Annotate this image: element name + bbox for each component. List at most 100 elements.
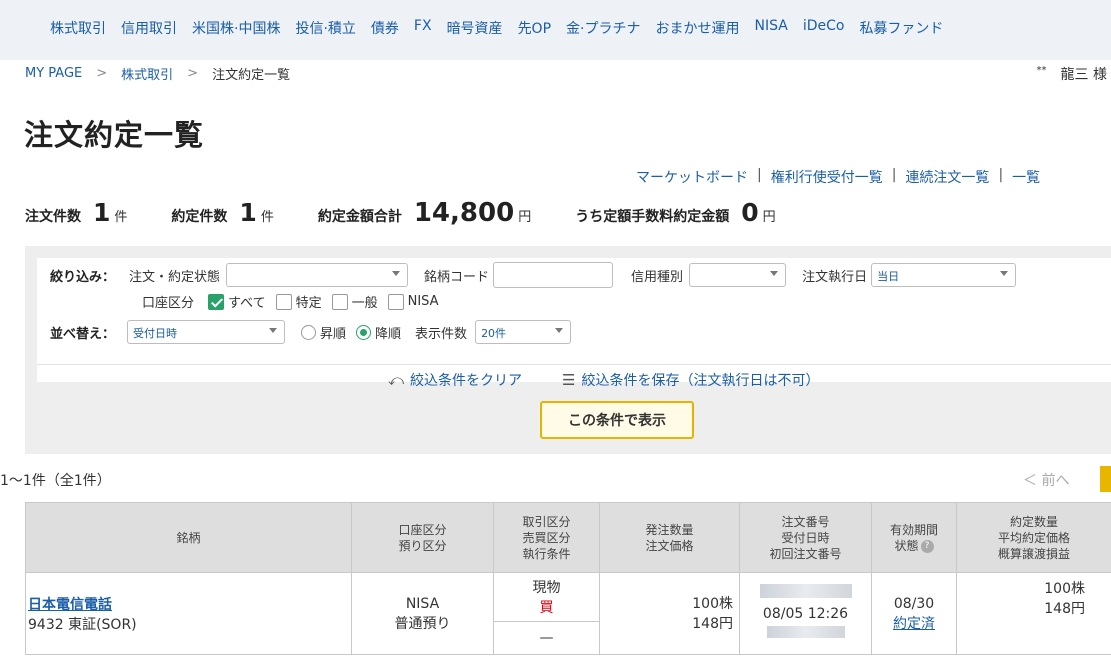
breadcrumb-separator: > — [187, 66, 199, 81]
header-stock: 銘柄 — [25, 502, 352, 573]
display-count-label: 表示件数 — [415, 326, 468, 342]
undo-icon: ⤺ — [388, 371, 405, 389]
header-trade: 取引区分 売買区分 執行条件 — [493, 502, 600, 573]
header-order-no: 注文番号 受付日時 初回注文番号 — [739, 502, 872, 573]
order-count-label: 注文件数 — [25, 209, 81, 225]
sort-asc-radio[interactable]: 昇順 — [301, 323, 346, 342]
user-name-text: 龍三 様 — [1060, 67, 1107, 83]
nav-item-us-china[interactable]: 米国株·中国株 — [192, 18, 280, 38]
chevron-down-icon — [770, 271, 779, 276]
nav-item-robo[interactable]: おまかせ運用 — [655, 18, 739, 38]
breadcrumb-stock[interactable]: 株式取引 — [121, 64, 173, 83]
filter-form: 絞り込み： 注文・約定状態 銘柄コード 信用種別 注文執行日 当日 口座区分 す… — [37, 258, 1111, 389]
save-filter-link[interactable]: ☰ 絞込条件を保存（注文執行日は不可） — [562, 370, 819, 390]
user-masked-name: ** — [1036, 65, 1047, 77]
account-general-checkbox[interactable]: 一般 — [331, 292, 378, 311]
credit-type-label: 信用種別 — [631, 269, 684, 285]
filter-panel: 絞り込み： 注文・約定状態 銘柄コード 信用種別 注文執行日 当日 口座区分 す… — [25, 246, 1111, 454]
checkbox-icon — [387, 293, 404, 310]
stock-code-input[interactable] — [493, 262, 614, 288]
exec-count-label: 約定件数 — [171, 209, 228, 225]
order-count-unit: 件 — [114, 210, 128, 225]
radio-selected-icon — [356, 324, 372, 340]
global-nav: 株式取引 信用取引 米国株·中国株 投信·積立 債券 FX 暗号資産 先OP 金… — [0, 0, 1111, 60]
exec-count-value: 1 — [239, 198, 257, 227]
nav-item-crypto[interactable]: 暗号資産 — [447, 18, 503, 38]
status-label: 注文・約定状態 — [129, 269, 221, 285]
breadcrumb-mypage[interactable]: MY PAGE — [25, 66, 82, 81]
cell-validity: 08/30 約定済 — [871, 572, 957, 655]
help-icon[interactable]: ? — [920, 539, 934, 553]
nav-item-ideco[interactable]: iDeCo — [803, 18, 845, 38]
total-amount-unit: 円 — [518, 210, 532, 225]
filter-divider — [37, 364, 1111, 365]
sort-label: 並べ替え： — [50, 326, 116, 342]
link-linked-orders[interactable]: 連続注文一覧 — [905, 167, 989, 187]
link-separator: | — [998, 167, 1004, 183]
next-page-button[interactable] — [1100, 466, 1111, 492]
chevron-down-icon — [392, 271, 401, 276]
filter-label: 絞り込み： — [50, 269, 116, 285]
status-link[interactable]: 約定済 — [872, 614, 956, 634]
checkbox-icon — [331, 293, 348, 310]
header-exec: 約定数量 平均約定価格 概算譲渡損益 — [956, 502, 1111, 573]
fee-amount-label: うち定額手数料約定金額 — [575, 209, 730, 225]
cell-exec: 100株 148円 — [956, 572, 1111, 655]
chevron-down-icon — [555, 328, 564, 333]
account-specific-checkbox[interactable]: 特定 — [275, 292, 322, 311]
account-all-checkbox[interactable]: すべて — [208, 292, 266, 311]
exec-date-select[interactable]: 当日 — [871, 263, 1017, 287]
masked-order-number — [759, 583, 852, 598]
sort-field-select[interactable]: 受付日時 — [127, 320, 286, 344]
total-amount-value: 14,800 — [413, 198, 515, 228]
credit-type-select[interactable] — [689, 263, 787, 287]
link-separator: | — [891, 167, 897, 183]
masked-initial-order-number — [766, 625, 845, 638]
breadcrumb-separator: > — [96, 66, 108, 81]
page-title: 注文約定一覧 — [24, 118, 205, 152]
exec-date-label: 注文執行日 — [802, 269, 868, 285]
account-type-label: 口座区分 — [142, 296, 195, 311]
sub-links: マーケットボード | 権利行使受付一覧 | 連続注文一覧 | 一覧 — [636, 167, 1040, 187]
results-count: 1〜1件（全1件） — [0, 473, 111, 489]
display-count-select[interactable]: 20件 — [475, 320, 572, 344]
prev-page-link[interactable]: ＜ 前へ — [1023, 470, 1069, 490]
header-validity: 有効期間 状態? — [871, 502, 957, 573]
clear-filter-link[interactable]: ⤺ 絞込条件をクリア — [388, 370, 522, 390]
stock-code: 9432 東証(SOR) — [28, 616, 137, 633]
nav-item-nisa[interactable]: NISA — [754, 18, 787, 38]
code-label: 銘柄コード — [424, 269, 490, 285]
link-rights-exercise[interactable]: 権利行使受付一覧 — [771, 167, 883, 187]
header-account: 口座区分 預り区分 — [351, 502, 494, 573]
total-amount-label: 約定金額合計 — [317, 209, 402, 225]
order-summary: 注文件数 1 件 約定件数 1 件 約定金額合計 14,800 円 うち定額手数… — [25, 198, 776, 228]
nav-item-margin[interactable]: 信用取引 — [121, 18, 177, 38]
radio-icon — [301, 324, 317, 340]
nav-item-gold[interactable]: 金·プラチナ — [566, 18, 640, 38]
chevron-down-icon — [1000, 271, 1009, 276]
fee-amount-value: 0 — [741, 198, 759, 227]
breadcrumb-current: 注文約定一覧 — [212, 68, 291, 83]
user-name: ** 龍三 様 — [1037, 64, 1107, 84]
checkbox-icon — [275, 293, 292, 310]
table-header-row: 銘柄 口座区分 預り区分 取引区分 売買区分 執行条件 発注数量 注文価格 注文… — [25, 502, 1111, 573]
cell-trade: 現物 買 — — [493, 572, 600, 655]
orders-table: 銘柄 口座区分 預り区分 取引区分 売買区分 執行条件 発注数量 注文価格 注文… — [25, 502, 1111, 655]
nav-item-stock[interactable]: 株式取引 — [50, 18, 106, 38]
cell-stock: 日本電信電話 9432 東証(SOR) — [25, 572, 352, 655]
nav-item-bonds[interactable]: 債券 — [371, 18, 399, 38]
link-separator: | — [757, 167, 762, 183]
sort-desc-radio[interactable]: 降順 — [356, 323, 401, 342]
exec-condition: — — [539, 629, 554, 646]
nav-item-fx[interactable]: FX — [414, 18, 432, 38]
account-nisa-checkbox[interactable]: NISA — [387, 293, 439, 310]
nav-item-private-fund[interactable]: 私募ファンド — [859, 18, 943, 38]
show-results-button[interactable]: この条件で表示 — [540, 401, 694, 439]
link-list-more[interactable]: 一覧 — [1012, 167, 1040, 187]
nav-item-funds[interactable]: 投信·積立 — [295, 18, 355, 38]
breadcrumb: MY PAGE > 株式取引 > 注文約定一覧 — [25, 64, 290, 83]
stock-name-link[interactable]: 日本電信電話 — [28, 594, 351, 614]
nav-item-futures-options[interactable]: 先OP — [518, 18, 551, 38]
status-select[interactable] — [226, 263, 409, 287]
link-market-board[interactable]: マーケットボード — [636, 167, 748, 187]
